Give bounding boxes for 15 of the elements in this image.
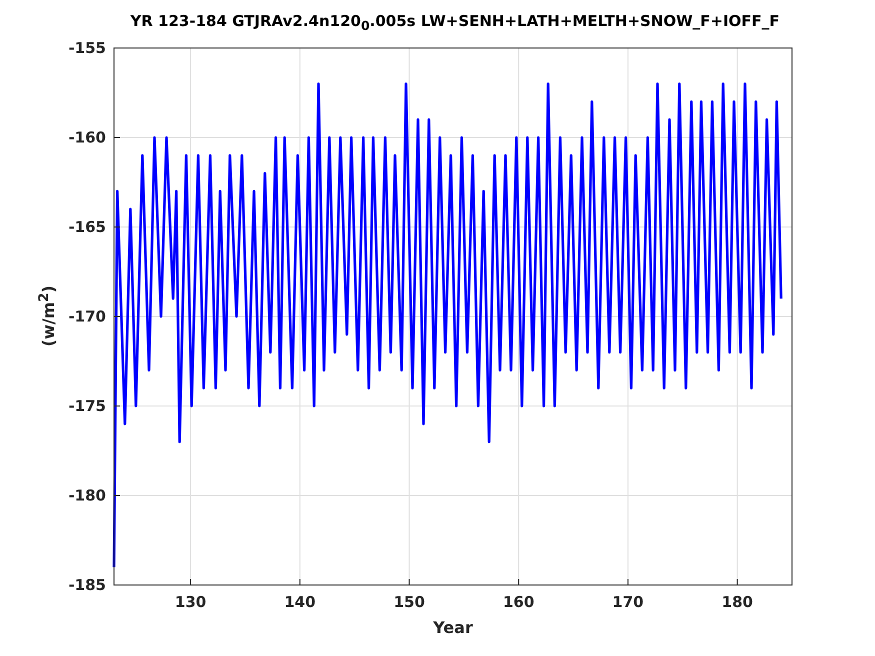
- x-tick-label: 140: [284, 593, 316, 611]
- y-tick-label: -175: [68, 397, 106, 415]
- y-tick-label: -180: [68, 486, 106, 504]
- x-axis-label: Year: [433, 618, 473, 637]
- x-tick-label: 160: [502, 593, 534, 611]
- x-tick-label: 150: [394, 593, 425, 611]
- y-tick-label: -185: [68, 576, 106, 594]
- y-tick-label: -170: [68, 308, 106, 326]
- y-tick-label: -165: [68, 218, 106, 236]
- chart-title: YR 123-184 GTJRAv2.4n120$_{0}$.005s LW+SENH+LATH+MELTH+SNOW_F+IOFF_F: [130, 12, 780, 30]
- x-tick-label: 170: [612, 593, 644, 611]
- x-tick-label: 180: [722, 593, 753, 611]
- y-tick-label: -155: [68, 39, 106, 57]
- y-tick-label: -160: [68, 128, 106, 146]
- x-tick-label: 130: [174, 593, 206, 611]
